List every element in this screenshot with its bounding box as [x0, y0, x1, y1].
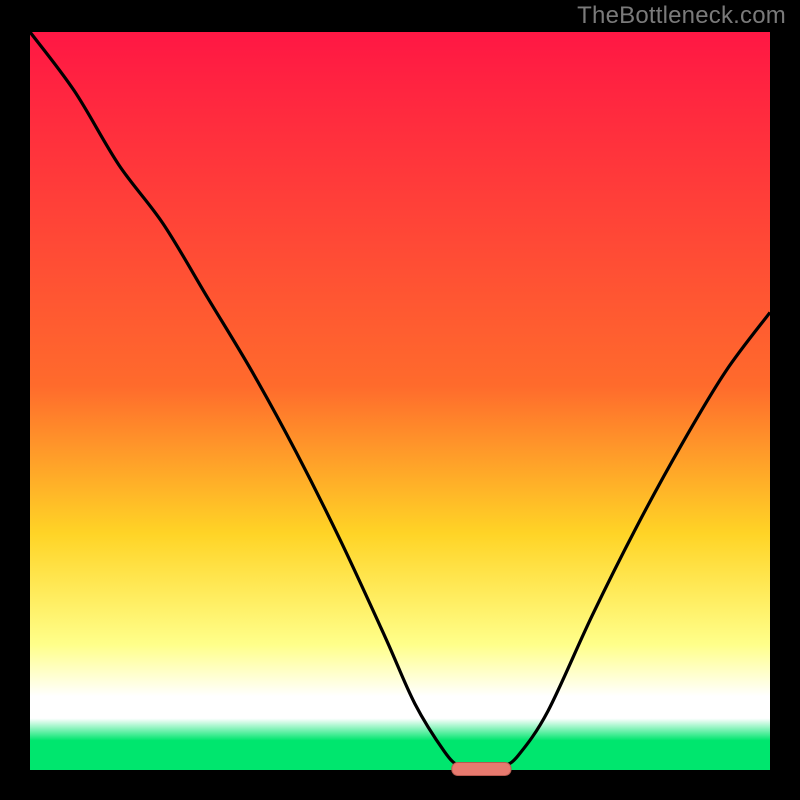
watermark-label: TheBottleneck.com [577, 2, 786, 30]
optimal-range-pill [452, 763, 511, 776]
chart-frame: TheBottleneck.com [0, 0, 800, 800]
plot-area [30, 32, 770, 770]
bottleneck-plot [0, 0, 800, 800]
